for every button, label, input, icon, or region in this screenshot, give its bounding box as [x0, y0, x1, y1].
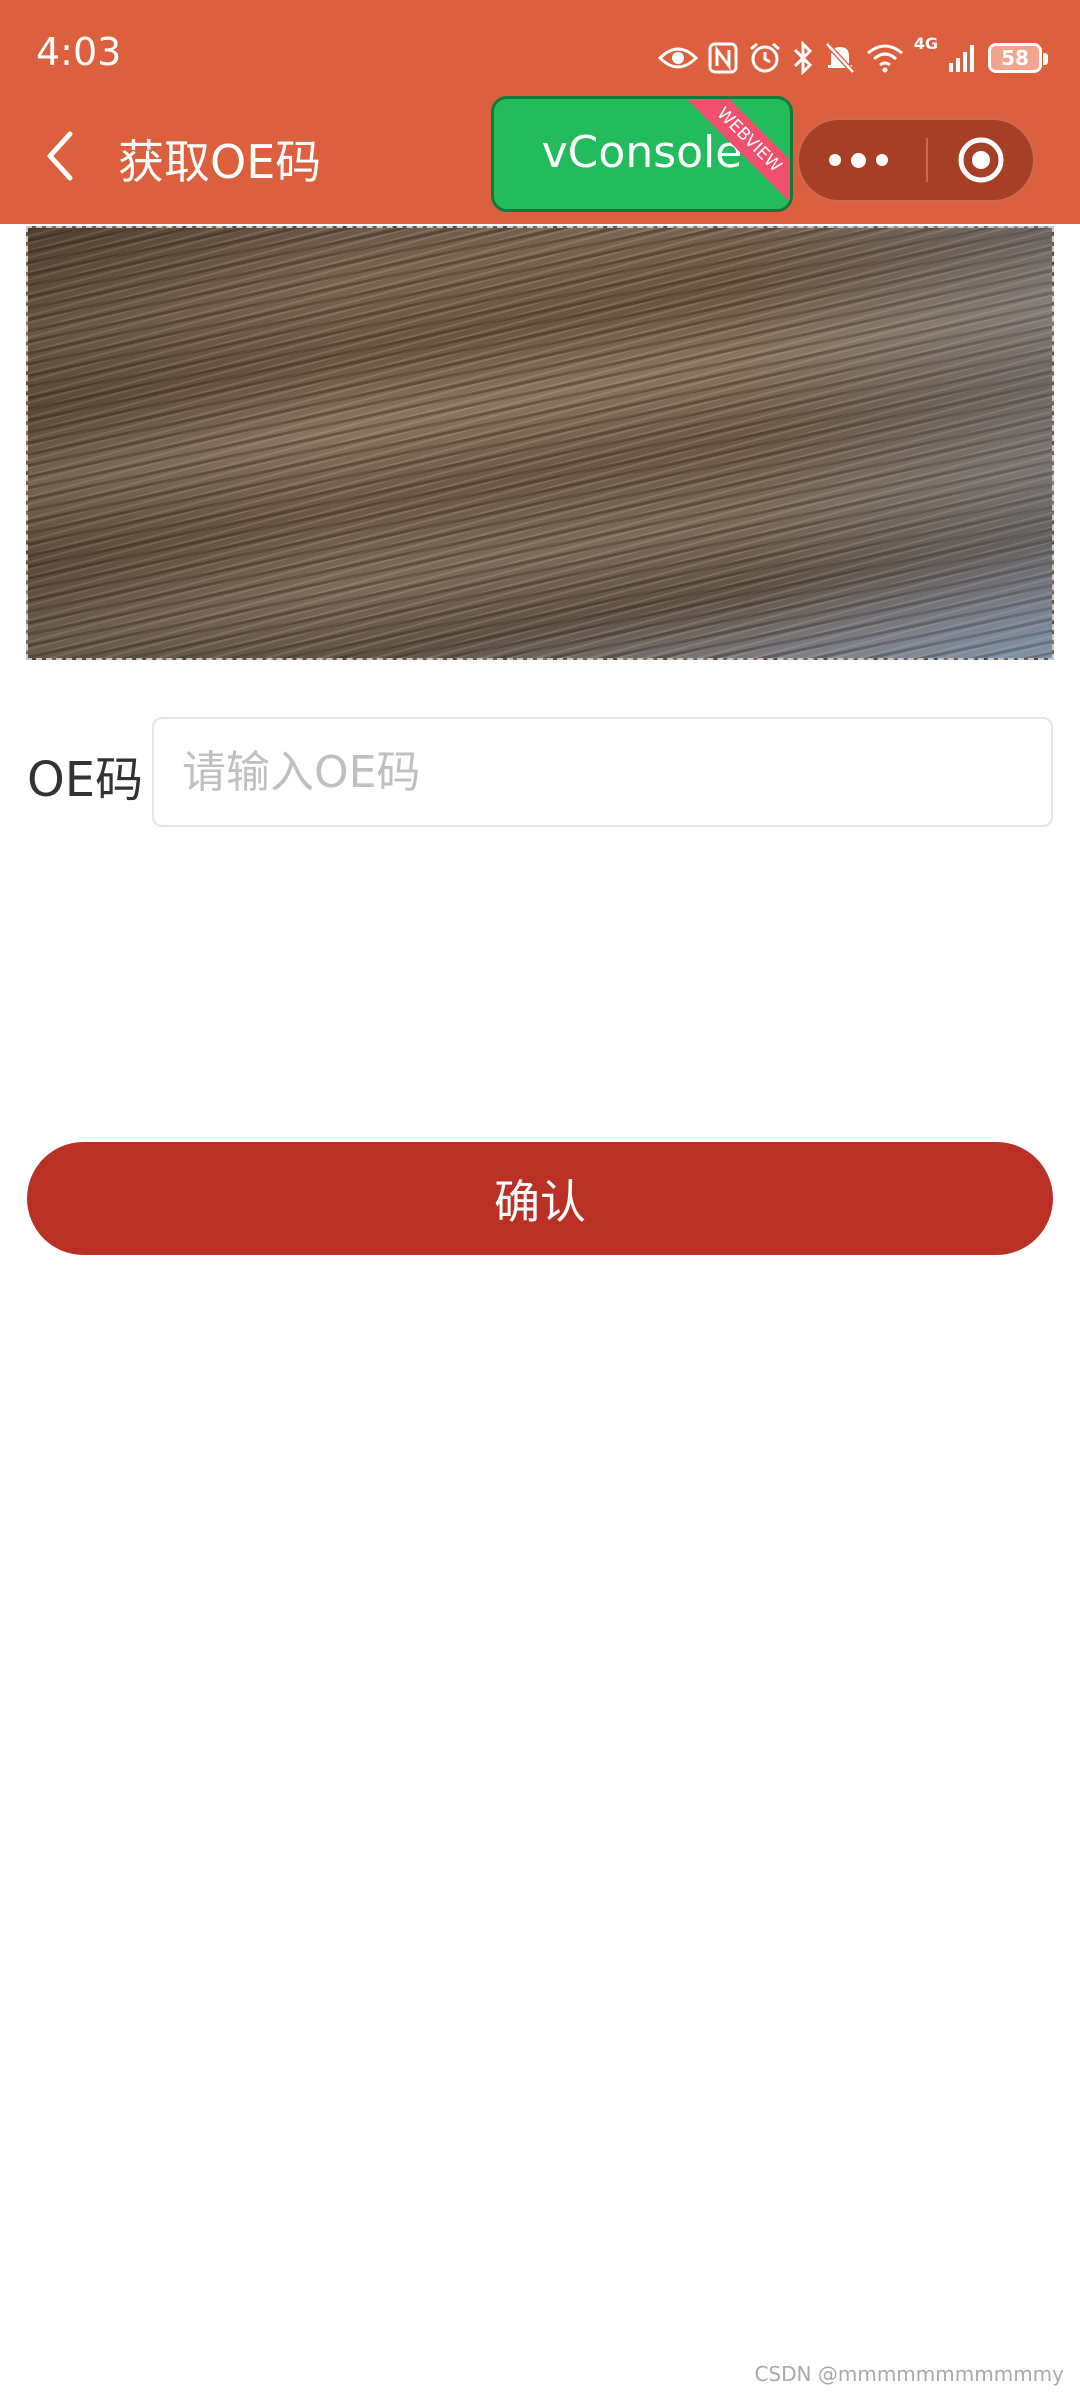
chevron-left-icon[interactable]: [38, 128, 82, 184]
captured-photo[interactable]: [26, 226, 1054, 660]
network-label: 4G: [913, 34, 938, 53]
nfc-icon: [708, 42, 738, 74]
wifi-icon: [866, 43, 904, 73]
app-header: 4:03 4G 58 获取OE码 vConsole WEBVIEW: [0, 0, 1080, 224]
vconsole-button[interactable]: vConsole WEBVIEW: [491, 96, 793, 212]
bluetooth-icon: [792, 41, 814, 75]
oe-input[interactable]: [152, 717, 1053, 827]
battery-level: 58: [1001, 46, 1029, 70]
confirm-button[interactable]: 确认: [27, 1142, 1053, 1255]
alarm-icon: [748, 41, 782, 75]
eye-icon: [657, 44, 698, 72]
oe-label: OE码: [27, 752, 144, 808]
status-time: 4:03: [36, 30, 122, 74]
bell-off-icon: [824, 41, 856, 75]
watermark: CSDN @mmmmmmmmmmmy: [754, 2362, 1064, 2386]
more-dots-icon[interactable]: [799, 120, 917, 200]
page-title: 获取OE码: [118, 135, 322, 189]
mini-program-capsule: [797, 118, 1035, 202]
status-icons: 4G 58: [657, 34, 1048, 82]
target-circle-icon[interactable]: [927, 120, 1035, 200]
battery-icon: 58: [988, 43, 1048, 73]
signal-icon: [948, 43, 978, 73]
